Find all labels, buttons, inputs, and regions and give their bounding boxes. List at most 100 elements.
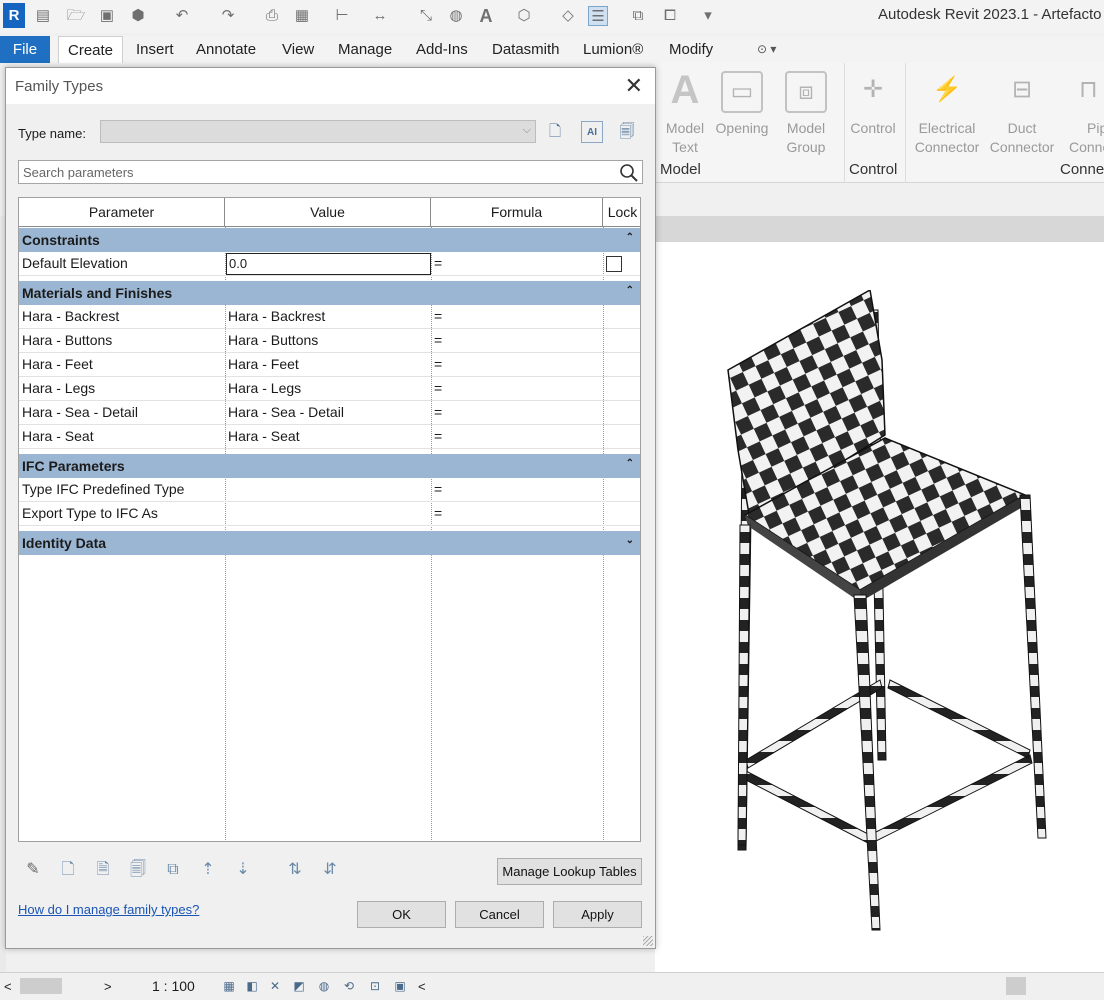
sync-icon[interactable]: ⬢: [128, 6, 148, 26]
column-header-lock[interactable]: Lock: [603, 198, 640, 227]
duct-connector-tool[interactable]: ⊟ Duct Connector: [987, 71, 1057, 157]
tab-insert[interactable]: Insert: [127, 36, 183, 63]
electrical-connector-tool[interactable]: ⚡ Electrical Connector: [909, 71, 985, 157]
type-name-combobox[interactable]: ⌵: [100, 120, 536, 143]
save-icon[interactable]: ▣: [97, 6, 117, 26]
tag-icon[interactable]: ◍: [446, 6, 466, 26]
tab-modify[interactable]: Modify: [660, 36, 722, 63]
section-icon[interactable]: ◇: [558, 6, 578, 26]
customize-icon[interactable]: ▾: [698, 6, 718, 26]
param-row[interactable]: Type IFC Predefined Type =: [19, 478, 640, 502]
param-value[interactable]: Hara - Sea - Detail: [228, 401, 428, 424]
tab-manage[interactable]: Manage: [329, 36, 401, 63]
tab-lumion[interactable]: Lumion®: [574, 36, 652, 63]
group-identity-data[interactable]: Identity Data ⌄: [19, 531, 640, 555]
default-elevation-value-field[interactable]: 0.0: [226, 253, 431, 275]
lock-checkbox[interactable]: [606, 256, 622, 272]
collapse-icon[interactable]: ⌃: [626, 226, 634, 250]
tab-add-ins[interactable]: Add-Ins: [407, 36, 477, 63]
tab-file[interactable]: File: [0, 36, 50, 63]
panel-toggle-icon[interactable]: ⊙ ▾: [748, 36, 785, 63]
3d-view-icon[interactable]: ⬡: [514, 6, 534, 26]
render-icon[interactable]: ◍: [315, 978, 333, 994]
manage-lookup-tables-button[interactable]: Manage Lookup Tables: [497, 858, 642, 885]
param-formula[interactable]: =: [434, 401, 599, 424]
param-row[interactable]: Hara - Seat Hara - Seat =: [19, 425, 640, 449]
param-formula[interactable]: =: [434, 478, 599, 501]
param-value[interactable]: Hara - Backrest: [228, 305, 428, 328]
delete-type-icon[interactable]: 🗐: [616, 121, 638, 143]
shadows-icon[interactable]: ◩: [290, 978, 308, 994]
open-icon[interactable]: 🗁: [66, 6, 86, 26]
export-pdf-icon[interactable]: ▦: [292, 6, 312, 26]
drawing-area[interactable]: [655, 242, 1104, 972]
expand-icon[interactable]: ⌄: [626, 529, 634, 553]
cancel-button[interactable]: Cancel: [455, 901, 544, 928]
param-formula[interactable]: =: [434, 425, 599, 448]
param-row[interactable]: Export Type to IFC As =: [19, 502, 640, 526]
undo-icon[interactable]: ↶: [172, 6, 192, 26]
param-value[interactable]: Hara - Legs: [228, 377, 428, 400]
crop-view-icon[interactable]: ⟲: [340, 978, 358, 994]
param-formula[interactable]: =: [434, 252, 599, 275]
group-materials-and-finishes[interactable]: Materials and Finishes ⌃: [19, 281, 640, 305]
apply-button[interactable]: Apply: [553, 901, 642, 928]
move-parameter-down-icon[interactable]: ⇣: [231, 858, 255, 882]
revit-logo[interactable]: R: [3, 3, 25, 28]
print-icon[interactable]: ⎙: [262, 6, 282, 26]
param-value[interactable]: Hara - Buttons: [228, 329, 428, 352]
group-constraints[interactable]: Constraints ⌃: [19, 228, 640, 252]
move-parameter-up-icon[interactable]: ⇡: [196, 858, 220, 882]
param-row[interactable]: Hara - Sea - Detail Hara - Sea - Detail …: [19, 401, 640, 425]
param-row[interactable]: Hara - Feet Hara - Feet =: [19, 353, 640, 377]
tab-datasmith[interactable]: Datasmith: [483, 36, 569, 63]
collapse-icon[interactable]: ⌃: [626, 279, 634, 303]
tab-view[interactable]: View: [273, 36, 323, 63]
close-icon[interactable]: ✕: [625, 75, 643, 97]
view-scale[interactable]: 1 : 100: [152, 978, 195, 994]
ok-button[interactable]: OK: [357, 901, 446, 928]
param-formula[interactable]: =: [434, 502, 599, 525]
tab-create[interactable]: Create: [58, 36, 124, 63]
param-formula[interactable]: =: [434, 353, 599, 376]
sun-path-icon[interactable]: ✕: [266, 978, 284, 994]
scroll-left-icon[interactable]: <: [4, 979, 12, 994]
group-ifc-parameters[interactable]: IFC Parameters ⌃: [19, 454, 640, 478]
param-value[interactable]: [228, 478, 428, 501]
dimension-icon[interactable]: ↔: [370, 6, 390, 26]
search-icon[interactable]: [619, 163, 639, 183]
visual-style-icon[interactable]: ◧: [243, 978, 261, 994]
sort-ascending-icon[interactable]: ⇅: [283, 858, 307, 882]
show-crop-icon[interactable]: ⊡: [366, 978, 384, 994]
view-scroll-left-icon[interactable]: <: [418, 979, 426, 994]
param-formula[interactable]: =: [434, 305, 599, 328]
new-parameter-icon[interactable]: 🗋: [56, 858, 80, 882]
tab-annotate[interactable]: Annotate: [187, 36, 265, 63]
chair-3d-model[interactable]: [720, 290, 1080, 950]
column-header-value[interactable]: Value: [225, 198, 431, 227]
model-text-tool[interactable]: A Model Text: [659, 70, 711, 157]
redo-icon[interactable]: ↷: [218, 6, 238, 26]
param-value[interactable]: Hara - Seat: [228, 425, 428, 448]
param-row[interactable]: Hara - Buttons Hara - Buttons =: [19, 329, 640, 353]
text-icon[interactable]: A: [476, 6, 496, 26]
help-link[interactable]: How do I manage family types?: [18, 902, 199, 917]
param-formula[interactable]: =: [434, 329, 599, 352]
search-parameters-box[interactable]: [18, 160, 643, 184]
new-type-icon[interactable]: 🗋: [544, 121, 566, 143]
pipe-connector-tool[interactable]: ⊓ Pip Conne: [1061, 71, 1104, 157]
column-header-parameter[interactable]: Parameter: [19, 198, 225, 227]
paste-parameter-icon[interactable]: ⧉: [161, 858, 185, 882]
switch-windows-icon[interactable]: ⧠: [660, 6, 680, 26]
param-value[interactable]: Hara - Feet: [228, 353, 428, 376]
param-row[interactable]: Hara - Backrest Hara - Backrest =: [19, 305, 640, 329]
column-header-formula[interactable]: Formula: [431, 198, 603, 227]
close-hidden-icon[interactable]: ⧉: [628, 6, 648, 26]
view-scrollbar-thumb[interactable]: [1006, 977, 1026, 995]
thin-lines-icon[interactable]: ☰: [588, 6, 608, 26]
dialog-titlebar[interactable]: Family Types ✕: [6, 68, 655, 104]
control-tool[interactable]: ✛ Control: [847, 71, 899, 138]
rename-type-icon[interactable]: AI: [581, 121, 603, 143]
temporary-hide-icon[interactable]: ▣: [391, 978, 409, 994]
home-icon[interactable]: ▤: [33, 6, 53, 26]
